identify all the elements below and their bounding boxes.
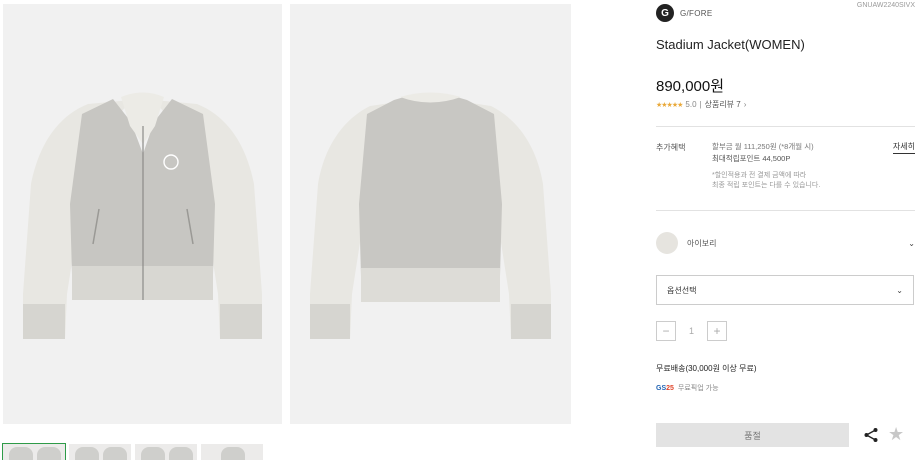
favorite-star-icon[interactable]: ★ xyxy=(888,424,904,444)
brand-logo-icon[interactable]: G xyxy=(656,4,674,22)
rating-separator: | xyxy=(699,100,702,109)
soldout-button[interactable]: 품절 xyxy=(656,423,849,447)
quantity-increase-button[interactable]: + xyxy=(707,321,727,341)
quantity-decrease-button[interactable]: − xyxy=(656,321,676,341)
benefit-detail-link[interactable]: 자세히 xyxy=(892,141,915,154)
brand-name[interactable]: G/FORE xyxy=(680,9,712,18)
quantity-stepper: − 1 + xyxy=(656,321,727,341)
benefit-details: 할부금 월 111,250원 (*8개월 시) 최대적립포인트 44,500P xyxy=(712,141,814,165)
benefit-note-line: *할인적용과 전 결제 금액에 따라 xyxy=(712,172,807,179)
brand-row: G G/FORE xyxy=(656,4,712,22)
thumbnail[interactable] xyxy=(201,444,263,460)
product-info-panel: G G/FORE GNUAW2240SIVX Stadium Jacket(WO… xyxy=(641,0,919,460)
thumbnail[interactable] xyxy=(2,443,66,460)
benefit-note: *할인적용과 전 결제 금액에 따라 최종 적립 포인트는 다를 수 있습니다. xyxy=(712,171,820,191)
color-option-dropdown[interactable]: 아이보리 ⌄ xyxy=(656,231,915,255)
thumbnail-strip xyxy=(2,443,263,460)
product-price: 890,000원 xyxy=(656,78,725,95)
benefit-label: 추가혜택 xyxy=(656,143,686,152)
product-image-back[interactable] xyxy=(290,4,571,424)
rating-stars-icon: ★★★★★ xyxy=(656,101,683,109)
product-title: Stadium Jacket(WOMEN) xyxy=(656,37,805,52)
shipping-info: 무료배송(30,000원 이상 무료) xyxy=(656,364,757,373)
rating-row: ★★★★★ 5.0 | 상품리뷰 7 › xyxy=(656,99,746,110)
color-swatch xyxy=(656,232,678,254)
benefit-note-line: 최종 적립 포인트는 다를 수 있습니다. xyxy=(712,182,821,189)
option-select-value: 옵션선택 xyxy=(667,285,697,295)
option-select[interactable]: 옵션선택 ⌄ xyxy=(656,275,914,305)
product-code: GNUAW2240SIVX xyxy=(856,2,915,9)
quantity-value[interactable]: 1 xyxy=(676,326,707,336)
product-gallery xyxy=(0,0,575,460)
chevron-down-icon: ⌄ xyxy=(896,285,903,295)
divider xyxy=(656,126,915,127)
jacket-front-illustration xyxy=(23,92,262,339)
review-link[interactable]: 상품리뷰 7 xyxy=(705,99,741,110)
divider xyxy=(656,210,915,211)
chevron-down-icon: ⌄ xyxy=(908,238,915,248)
points-text: 최대적립포인트 44,500P xyxy=(712,154,791,163)
installment-text: 할부금 월 111,250원 (*8개월 시) xyxy=(712,142,814,151)
share-icon[interactable] xyxy=(863,427,879,443)
product-image-front[interactable] xyxy=(3,4,282,424)
thumbnail[interactable] xyxy=(69,444,131,460)
jacket-back-illustration xyxy=(310,92,551,339)
thumbnail[interactable] xyxy=(135,444,197,460)
gs-pickup-row: GS25 무료픽업 가능 xyxy=(656,383,719,393)
rating-score: 5.0 xyxy=(685,100,697,109)
review-arrow-icon[interactable]: › xyxy=(744,100,747,109)
color-name: 아이보리 xyxy=(687,238,717,248)
gs-pickup-text: 무료픽업 가능 xyxy=(677,385,719,392)
gs25-logo-icon: GS25 xyxy=(656,384,674,392)
